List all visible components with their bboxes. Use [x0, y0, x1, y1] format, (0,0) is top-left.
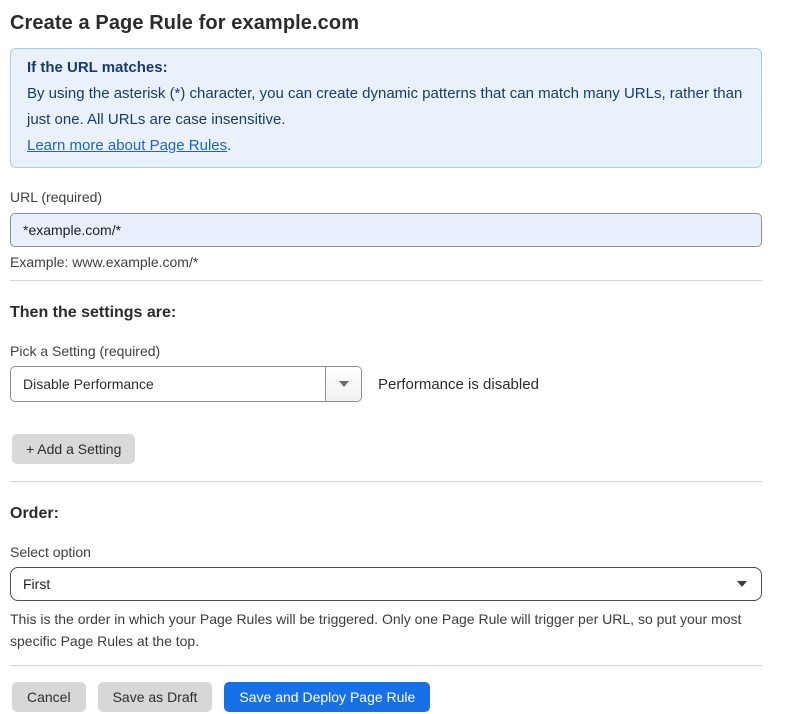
order-help-text: This is the order in which your Page Rul… [10, 608, 755, 652]
learn-more-link[interactable]: Learn more about Page Rules [27, 137, 227, 154]
chevron-down-icon [737, 581, 747, 587]
save-as-draft-button[interactable]: Save as Draft [98, 682, 213, 712]
url-field-label: URL (required) [10, 189, 762, 205]
setting-select-value: Disable Performance [11, 367, 325, 401]
info-box-heading: If the URL matches: [27, 55, 745, 81]
order-select[interactable]: First [10, 567, 762, 601]
setting-status-text: Performance is disabled [378, 376, 539, 393]
info-box-link-line: Learn more about Page Rules. [27, 133, 745, 159]
pick-setting-label: Pick a Setting (required) [10, 343, 762, 359]
chevron-down-icon [339, 381, 349, 387]
divider [10, 481, 762, 482]
footer-actions: Cancel Save as Draft Save and Deploy Pag… [12, 682, 762, 712]
setting-picker-row: Disable Performance Performance is disab… [10, 366, 762, 402]
info-box-body: By using the asterisk (*) character, you… [27, 81, 745, 133]
add-setting-button[interactable]: + Add a Setting [12, 434, 135, 464]
order-select-value: First [23, 576, 737, 592]
divider [10, 665, 762, 666]
url-example-hint: Example: www.example.com/* [10, 254, 762, 270]
save-and-deploy-button[interactable]: Save and Deploy Page Rule [224, 682, 430, 712]
order-section-heading: Order: [10, 505, 762, 523]
divider [10, 280, 762, 281]
settings-section-heading: Then the settings are: [10, 304, 762, 322]
setting-select[interactable]: Disable Performance [10, 366, 362, 402]
link-suffix: . [227, 137, 231, 154]
setting-select-arrow-button[interactable] [325, 367, 361, 401]
page-title: Create a Page Rule for example.com [10, 12, 762, 35]
create-page-rule-panel: Create a Page Rule for example.com If th… [0, 0, 790, 712]
url-match-info-box: If the URL matches: By using the asteris… [10, 48, 762, 168]
url-input[interactable] [10, 213, 762, 247]
order-select-label: Select option [10, 544, 762, 560]
cancel-button[interactable]: Cancel [12, 682, 86, 712]
